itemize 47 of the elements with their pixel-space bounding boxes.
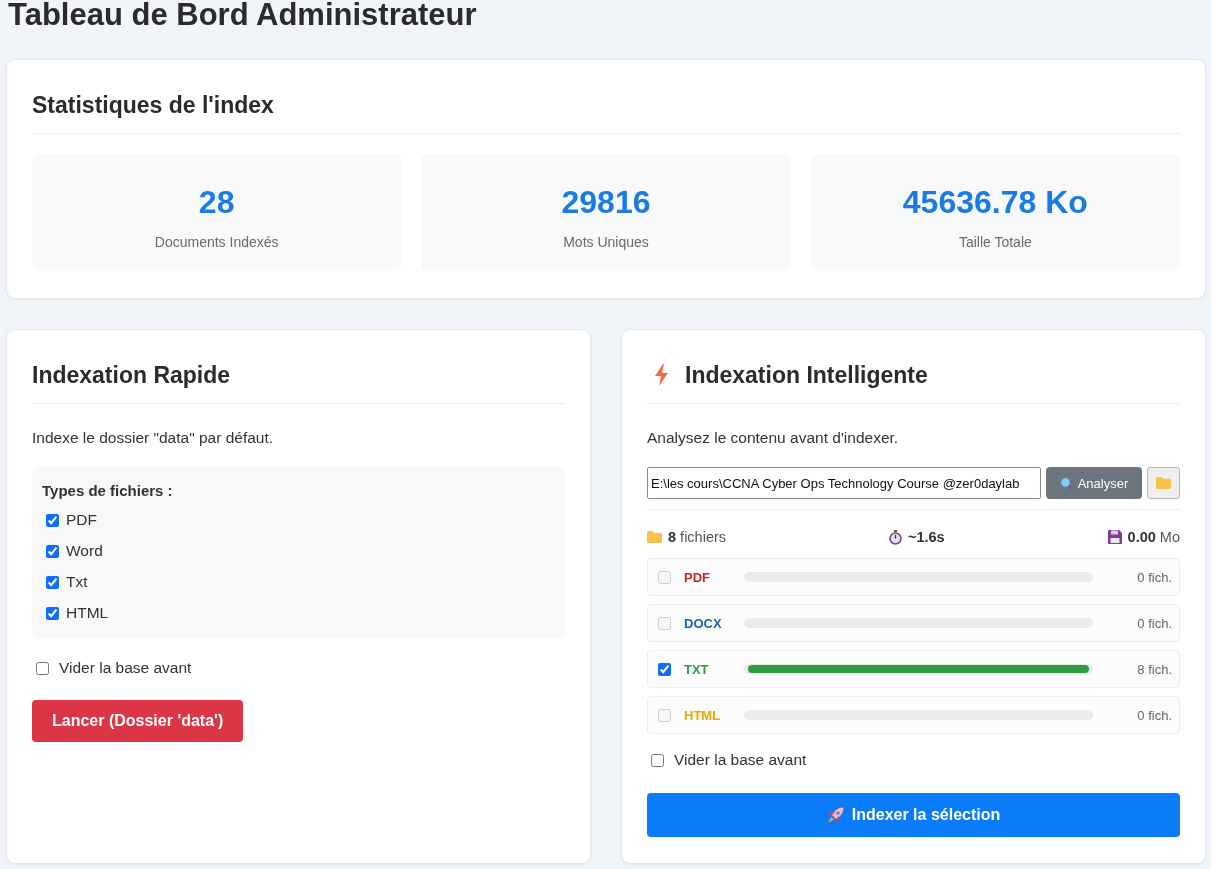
page-title: Tableau de Bord Administrateur xyxy=(8,0,477,30)
rocket-icon xyxy=(826,806,844,824)
stat-label: Documents Indexés xyxy=(154,233,279,252)
checkbox[interactable] xyxy=(46,575,59,589)
file-type-label: PDF xyxy=(684,569,711,585)
checkbox[interactable] xyxy=(46,513,59,527)
stat-value: 28 xyxy=(198,184,235,220)
file-count: 0 fich. xyxy=(1136,615,1172,631)
folder-icon xyxy=(1156,477,1171,489)
card-title: Statistiques de l'index xyxy=(32,91,274,119)
checkbox[interactable] xyxy=(46,606,59,620)
search-icon xyxy=(1059,476,1073,490)
stopwatch-icon xyxy=(888,529,902,545)
stat-value: 45636.78 Ko xyxy=(902,184,1088,220)
file-type-label: PDF xyxy=(66,510,97,530)
file-type-label: HTML xyxy=(66,603,109,623)
size-text: 0.00 Mo xyxy=(1127,528,1180,547)
card-description: Indexe le dossier "data" par défaut. xyxy=(32,429,275,447)
index-selection-button[interactable]: Indexer la sélection xyxy=(647,793,1180,837)
file-count: 0 fich. xyxy=(1136,707,1172,723)
file-types-label: Types de fichiers : xyxy=(42,481,173,501)
card-description: Analysez le contenu avant d'indexer. xyxy=(647,429,900,447)
folder-icon xyxy=(647,531,662,543)
file-type-label: DOCX xyxy=(684,615,723,631)
file-count-text: 8 fichiers xyxy=(668,528,727,547)
option-label: Vider la base avant xyxy=(674,750,807,770)
file-type-label: Txt xyxy=(66,572,88,592)
stat-label: Mots Uniques xyxy=(563,233,649,252)
checkbox[interactable] xyxy=(651,753,664,767)
stat-label: Taille Totale xyxy=(958,233,1032,252)
checkbox[interactable] xyxy=(36,661,49,675)
file-count: 0 fich. xyxy=(1136,569,1172,585)
file-count: 8 fich. xyxy=(1136,661,1172,677)
file-type-label: Word xyxy=(66,541,103,561)
card-title: Indexation Rapide xyxy=(32,361,231,389)
checkbox[interactable] xyxy=(658,662,671,676)
option-label: Vider la base avant xyxy=(59,658,192,678)
file-type-label: TXT xyxy=(684,661,710,677)
analyze-button[interactable]: Analyser xyxy=(1046,467,1142,499)
stat-value: 29816 xyxy=(561,184,651,220)
launch-button[interactable]: Lancer (Dossier 'data') xyxy=(32,700,244,742)
time-estimate-text: ~1.6s xyxy=(907,528,945,547)
lightning-bolt-icon xyxy=(655,364,668,386)
file-type-label: HTML xyxy=(684,707,722,723)
checkbox[interactable] xyxy=(46,544,59,558)
path-input[interactable]: E:\les cours\CCNA Cyber Ops Technology Course @zer0daylab xyxy=(647,467,1041,499)
card-title: Indexation Intelligente xyxy=(685,361,928,389)
